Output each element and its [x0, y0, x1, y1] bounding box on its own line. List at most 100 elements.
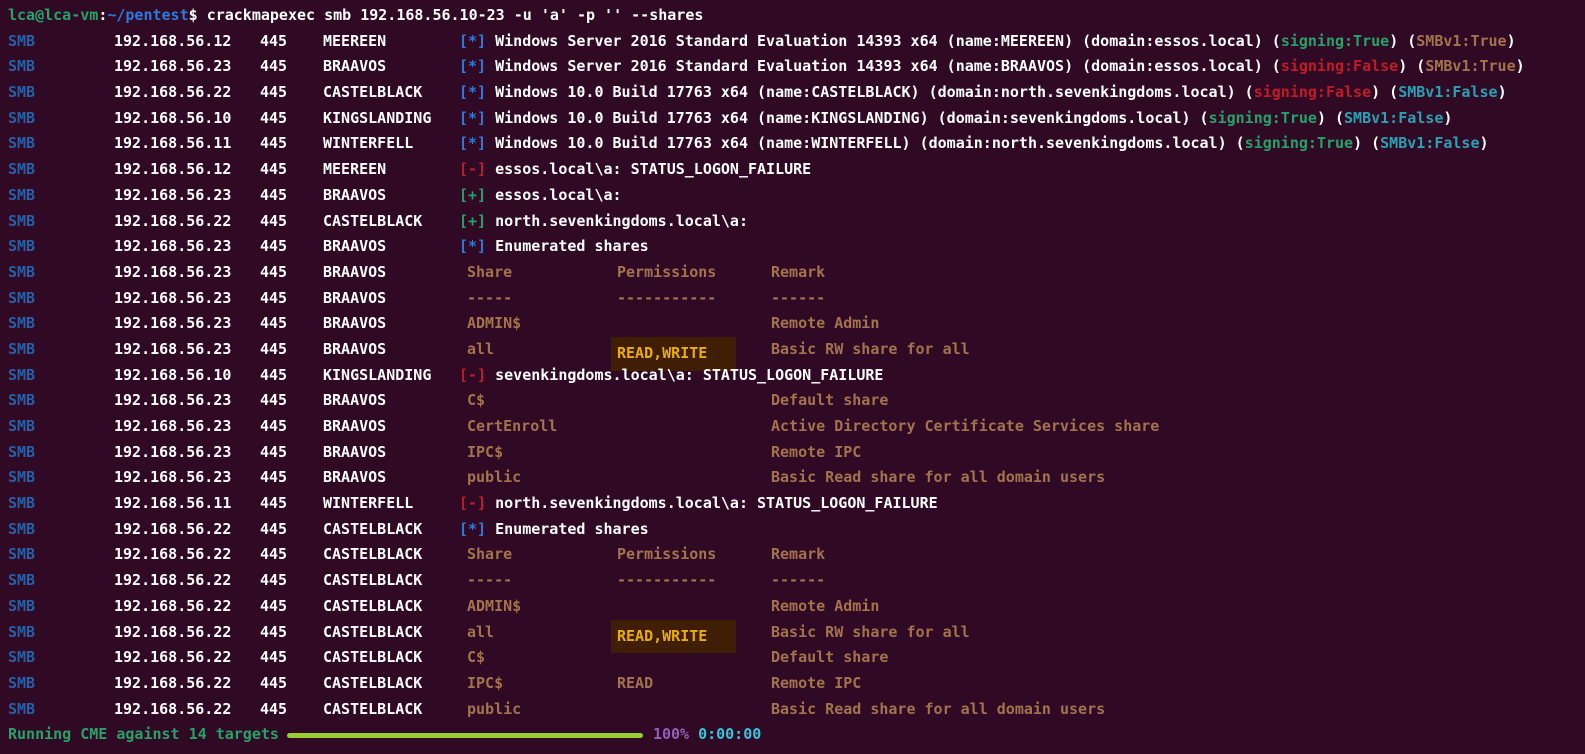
share-name: IPC$	[467, 440, 503, 466]
port-cell: 445	[260, 311, 287, 337]
port-cell: 445	[260, 568, 287, 594]
ip-cell: 192.168.56.12	[114, 157, 231, 183]
output-row: SMB192.168.56.10445KINGSLANDING[-] seven…	[8, 363, 1585, 389]
hostname-cell: BRAAVOS	[323, 465, 386, 491]
share-permissions: -----------	[617, 286, 716, 312]
share-name: public	[467, 697, 521, 723]
text-segment: crackmapexec smb 192.168.56.10-23 -u 'a'…	[207, 6, 704, 24]
ip-cell: 192.168.56.11	[114, 491, 231, 517]
command-line: lca@lca-vm:~/pentest$ crackmapexec smb 1…	[8, 3, 1585, 29]
protocol-cell: SMB	[8, 517, 35, 543]
output-row: SMB192.168.56.11445WINTERFELL[*] Windows…	[8, 131, 1585, 157]
output-row: SMB192.168.56.23445BRAAVOS[*] Windows Se…	[8, 54, 1585, 80]
share-name: all	[467, 620, 494, 646]
output-row: SMB192.168.56.22445CASTELBLACK----------…	[8, 568, 1585, 594]
output-row: SMB192.168.56.10445KINGSLANDING[*] Windo…	[8, 106, 1585, 132]
output-row: SMB192.168.56.23445BRAAVOS[*] Enumerated…	[8, 234, 1585, 260]
protocol-cell: SMB	[8, 440, 35, 466]
share-name: -----	[467, 568, 512, 594]
text-segment: signing:False	[1281, 57, 1398, 75]
output-row: SMB192.168.56.23445BRAAVOSIPC$Remote IPC	[8, 440, 1585, 466]
status-line: Running CME against 14 targets 100% 0:00…	[8, 722, 1585, 748]
message-cell: [*] Windows Server 2016 Standard Evaluat…	[459, 54, 1585, 80]
share-name: Share	[467, 542, 512, 568]
progress-bar	[287, 733, 643, 738]
hostname-cell: BRAAVOS	[323, 311, 386, 337]
message-cell: [*] Windows Server 2016 Standard Evaluat…	[459, 29, 1585, 55]
port-cell: 445	[260, 491, 287, 517]
text-segment: [*]	[459, 520, 495, 538]
text-segment: Windows 10.0 Build 17763 x64 (name:KINGS…	[495, 109, 1208, 127]
share-remark: ------	[771, 568, 825, 594]
protocol-cell: SMB	[8, 542, 35, 568]
share-remark: Basic RW share for all	[771, 620, 970, 646]
ip-cell: 192.168.56.23	[114, 414, 231, 440]
hostname-cell: WINTERFELL	[323, 131, 413, 157]
protocol-cell: SMB	[8, 54, 35, 80]
hostname-cell: CASTELBLACK	[323, 594, 422, 620]
port-cell: 445	[260, 80, 287, 106]
text-segment: )	[1516, 57, 1525, 75]
protocol-cell: SMB	[8, 594, 35, 620]
output-row: SMB192.168.56.22445CASTELBLACKpublicBasi…	[8, 697, 1585, 723]
share-name: ADMIN$	[467, 594, 521, 620]
protocol-cell: SMB	[8, 183, 35, 209]
text-segment: ) (	[1317, 109, 1344, 127]
share-remark: Remote IPC	[771, 671, 861, 697]
hostname-cell: KINGSLANDING	[323, 363, 431, 389]
text-segment: signing:False	[1254, 83, 1371, 101]
output-row: SMB192.168.56.23445BRAAVOSallREAD,WRITEB…	[8, 337, 1585, 363]
ip-cell: 192.168.56.22	[114, 645, 231, 671]
port-cell: 445	[260, 620, 287, 646]
hostname-cell: MEEREEN	[323, 157, 386, 183]
share-name: C$	[467, 645, 485, 671]
hostname-cell: BRAAVOS	[323, 440, 386, 466]
hostname-cell: KINGSLANDING	[323, 106, 431, 132]
protocol-cell: SMB	[8, 645, 35, 671]
text-segment: [*]	[459, 32, 495, 50]
output-row: SMB192.168.56.12445MEEREEN[-] essos.loca…	[8, 157, 1585, 183]
port-cell: 445	[260, 337, 287, 363]
protocol-cell: SMB	[8, 131, 35, 157]
port-cell: 445	[260, 645, 287, 671]
message-cell: [*] Windows 10.0 Build 17763 x64 (name:C…	[459, 80, 1585, 106]
protocol-cell: SMB	[8, 671, 35, 697]
hostname-cell: BRAAVOS	[323, 54, 386, 80]
output-row: SMB192.168.56.22445CASTELBLACKC$Default …	[8, 645, 1585, 671]
text-segment: :	[98, 6, 107, 24]
port-cell: 445	[260, 54, 287, 80]
text-segment: Windows 10.0 Build 17763 x64 (name:WINTE…	[495, 134, 1245, 152]
text-segment: Enumerated shares	[495, 237, 649, 255]
message-cell: [-] sevenkingdoms.local\a: STATUS_LOGON_…	[459, 363, 1585, 389]
text-segment: north.sevenkingdoms.local\a:	[495, 212, 748, 230]
ip-cell: 192.168.56.23	[114, 465, 231, 491]
hostname-cell: BRAAVOS	[323, 414, 386, 440]
text-segment: [*]	[459, 134, 495, 152]
port-cell: 445	[260, 183, 287, 209]
port-cell: 445	[260, 465, 287, 491]
terminal-window[interactable]: lca@lca-vm:~/pentest$ crackmapexec smb 1…	[0, 0, 1585, 748]
ip-cell: 192.168.56.22	[114, 517, 231, 543]
message-cell: [*] Enumerated shares	[459, 517, 1585, 543]
text-segment: [-]	[459, 160, 495, 178]
text-segment: [-]	[459, 494, 495, 512]
text-segment: essos.local\a:	[495, 186, 621, 204]
output-row: SMB192.168.56.22445CASTELBLACKADMIN$Remo…	[8, 594, 1585, 620]
protocol-cell: SMB	[8, 491, 35, 517]
message-cell: [-] essos.local\a: STATUS_LOGON_FAILURE	[459, 157, 1585, 183]
output-row: SMB192.168.56.23445BRAAVOSADMIN$Remote A…	[8, 311, 1585, 337]
output-row: SMB192.168.56.23445BRAAVOSCertEnrollActi…	[8, 414, 1585, 440]
port-cell: 445	[260, 697, 287, 723]
share-name: C$	[467, 388, 485, 414]
output-row: SMB192.168.56.23445BRAAVOS--------------…	[8, 286, 1585, 312]
output-row: SMB192.168.56.22445CASTELBLACKSharePermi…	[8, 542, 1585, 568]
output-row: SMB192.168.56.22445CASTELBLACKIPC$READRe…	[8, 671, 1585, 697]
protocol-cell: SMB	[8, 209, 35, 235]
text-segment: SMBv1:False	[1344, 109, 1443, 127]
hostname-cell: BRAAVOS	[323, 388, 386, 414]
text-segment: ~/pentest	[107, 6, 188, 24]
text-segment: signing:True	[1245, 134, 1353, 152]
text-segment: essos.local\a: STATUS_LOGON_FAILURE	[495, 160, 811, 178]
port-cell: 445	[260, 260, 287, 286]
hostname-cell: CASTELBLACK	[323, 568, 422, 594]
